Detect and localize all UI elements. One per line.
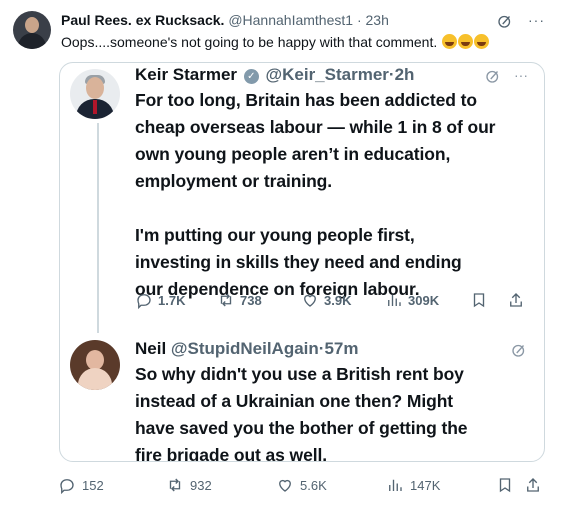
quoted-author-handle: @StupidNeilAgain <box>170 339 319 358</box>
like-button[interactable]: 5.6K <box>276 476 327 494</box>
author-avatar[interactable] <box>13 11 51 49</box>
grok-icon <box>510 341 528 362</box>
quoted-top-icons: ··· <box>484 67 528 88</box>
quoted-repost-count: 738 <box>240 292 262 308</box>
quoted-time: 2h <box>394 65 415 84</box>
post-top-icons: ··· <box>496 12 545 33</box>
verified-badge-icon: ✓ <box>243 69 259 84</box>
quoted-bookmark-action <box>470 291 488 309</box>
thread-connector-line <box>97 123 99 333</box>
author-name[interactable]: Paul Rees. ex Rucksack. <box>61 12 224 28</box>
quoted-actions-starmer: 1.7K 738 3.9K 309K <box>135 291 535 313</box>
post-actions: 152 932 5.6K 147K <box>58 476 548 496</box>
quoted-views-count: 309K <box>408 292 440 308</box>
views-count: 147K <box>410 477 441 493</box>
quoted-top-icons <box>510 341 528 362</box>
quoted-time: 57m <box>324 339 359 358</box>
quoted-share-action <box>507 291 525 309</box>
quoted-repost-action: 738 <box>217 291 262 309</box>
more-icon[interactable]: ··· <box>528 12 545 33</box>
heart-icon <box>304 294 316 307</box>
quoted-body-neil: So why didn't you use a British rent boy… <box>135 364 468 462</box>
author-handle[interactable]: @HannahIamthest1 <box>228 12 353 28</box>
grok-icon <box>484 67 502 88</box>
quoted-reply-count: 1.7K <box>158 292 186 308</box>
repost-icon <box>169 478 181 492</box>
quoted-header-starmer: Keir Starmer ✓ @Keir_Starmer·2h <box>135 65 414 85</box>
quoted-author-name: Keir Starmer <box>135 65 238 84</box>
quoted-author-handle: @Keir_Starmer <box>265 65 389 84</box>
laughing-emoji-icon <box>458 34 474 49</box>
heart-icon <box>279 479 291 492</box>
post-time[interactable]: 23h <box>366 12 389 28</box>
repost-icon <box>220 293 232 307</box>
quoted-avatar-starmer <box>70 69 120 119</box>
views-button[interactable]: 147K <box>386 476 440 494</box>
post-header: Paul Rees. ex Rucksack. @HannahIamthest1… <box>61 12 389 28</box>
bookmark-icon <box>499 478 511 493</box>
reply-icon <box>137 294 151 309</box>
quoted-thread-image[interactable]: Keir Starmer ✓ @Keir_Starmer·2h ··· For … <box>59 62 545 462</box>
share-icon <box>527 478 539 492</box>
quoted-author-name: Neil <box>135 339 167 358</box>
reply-icon <box>60 479 74 494</box>
quoted-reply-action: 1.7K <box>135 291 185 309</box>
quoted-like-count: 3.9K <box>324 292 352 308</box>
quoted-like-action: 3.9K <box>301 291 351 309</box>
more-icon: ··· <box>514 67 528 83</box>
like-count: 5.6K <box>300 477 327 493</box>
quoted-body-starmer: For too long, Britain has been addicted … <box>135 90 496 299</box>
laughing-emoji-icon <box>442 34 458 49</box>
quoted-avatar-neil <box>70 340 120 390</box>
laughing-emoji-group <box>441 34 490 50</box>
quoted-header-neil: Neil @StupidNeilAgain·57m <box>135 339 358 359</box>
laughing-emoji-icon <box>474 34 490 49</box>
share-icon <box>510 293 522 307</box>
grok-icon[interactable] <box>496 12 514 33</box>
views-icon <box>389 479 402 491</box>
repost-button[interactable]: 932 <box>166 476 212 494</box>
reply-button[interactable]: 152 <box>58 476 104 494</box>
reply-count: 152 <box>82 477 104 493</box>
bookmark-button[interactable] <box>496 476 514 494</box>
views-icon <box>388 294 401 306</box>
repost-count: 932 <box>190 477 212 493</box>
post-text-body: Oops....someone's not going to be happy … <box>61 34 438 50</box>
post-text: Oops....someone's not going to be happy … <box>61 34 490 50</box>
share-button[interactable] <box>524 476 542 494</box>
bookmark-icon <box>473 293 485 308</box>
separator-dot: · <box>356 12 362 28</box>
quoted-views-action: 309K <box>385 291 439 309</box>
